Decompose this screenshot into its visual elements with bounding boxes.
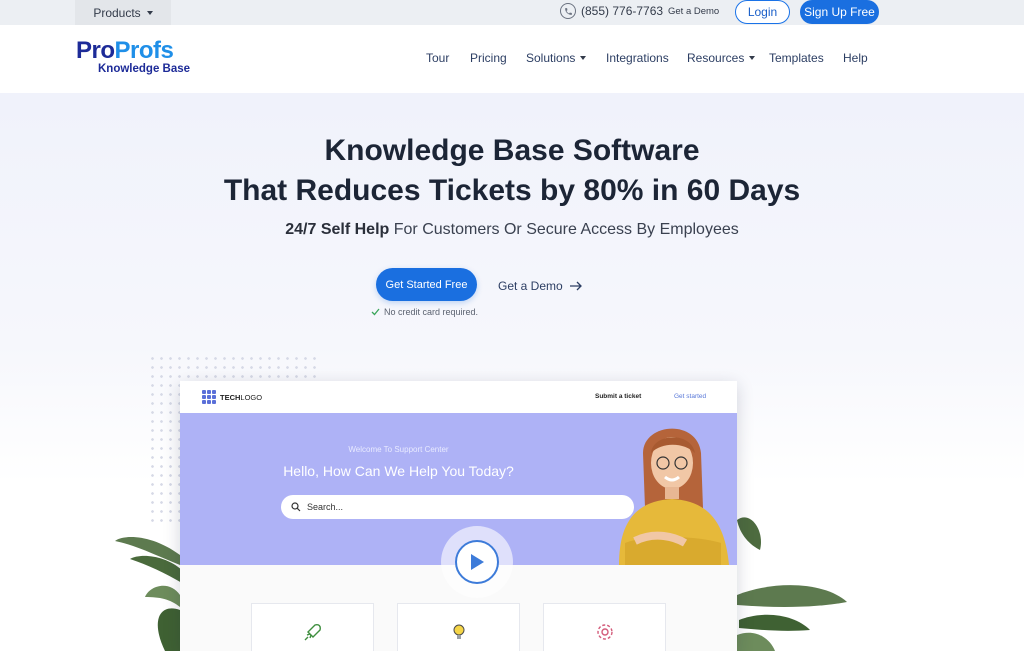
no-credit-card-note: No credit card required. xyxy=(371,307,478,317)
check-icon xyxy=(371,308,380,316)
hero-demo-label: Get a Demo xyxy=(498,279,563,293)
chevron-down-icon xyxy=(749,56,756,60)
chevron-down-icon xyxy=(146,10,153,15)
nav-item-templates[interactable]: Templates xyxy=(769,51,824,65)
nav-item-help[interactable]: Help xyxy=(843,51,868,65)
help-center-mockup: TECHLOGO Submit a ticket Get started Wel… xyxy=(180,381,737,651)
play-video-button[interactable] xyxy=(441,526,513,598)
login-button[interactable]: Login xyxy=(735,0,790,24)
products-label: Products xyxy=(93,5,141,20)
lightbulb-icon xyxy=(453,624,464,639)
subline-rest: For Customers Or Secure Access By Employ… xyxy=(389,221,739,238)
nav-item-resources[interactable]: Resources xyxy=(687,51,756,65)
plant-right-illustration xyxy=(737,517,847,651)
play-icon xyxy=(455,540,499,584)
main-nav: ProProfs Knowledge Base Tour Pricing Sol… xyxy=(0,25,1024,93)
mockup-card-gear xyxy=(543,603,666,651)
grid-icon xyxy=(202,390,216,404)
get-started-button[interactable]: Get Started Free xyxy=(376,268,477,301)
arrow-right-icon xyxy=(569,281,582,291)
mockup-get-started: Get started xyxy=(674,393,707,400)
mockup-card-rocket xyxy=(251,603,374,651)
phone-number: (855) 776-7763 xyxy=(581,4,664,18)
mockup-card-lightbulb xyxy=(397,603,520,651)
nav-item-tour[interactable]: Tour xyxy=(426,51,449,65)
hero-headline-line1: Knowledge Base Software xyxy=(324,134,700,167)
mockup-submit-ticket: Submit a ticket xyxy=(595,393,642,400)
chevron-down-icon xyxy=(580,56,587,60)
gear-icon xyxy=(596,624,613,640)
search-icon xyxy=(291,502,301,512)
nav-item-integrations[interactable]: Integrations xyxy=(606,51,669,65)
rocket-icon xyxy=(304,624,321,641)
nav-item-pricing[interactable]: Pricing xyxy=(470,51,507,65)
mockup-search-bar: Search... xyxy=(281,495,634,519)
plant-left-illustration xyxy=(115,536,182,651)
support-agent-photo xyxy=(619,428,729,565)
hero-demo-link[interactable]: Get a Demo xyxy=(498,279,583,293)
top-utility-bar: Products (855) 776-7763 Get a Demo Login… xyxy=(0,0,1024,25)
phone-icon xyxy=(560,3,576,19)
subline-bold: 24/7 Self Help xyxy=(285,221,390,238)
mockup-techlogo: TECHLOGO xyxy=(202,390,262,404)
products-menu[interactable]: Products xyxy=(75,0,171,25)
signup-button[interactable]: Sign Up Free xyxy=(800,0,879,24)
nav-links: Tour Pricing Solutions Integrations Reso… xyxy=(0,51,1024,67)
hero-headline-line2: That Reduces Tickets by 80% in 60 Days xyxy=(223,174,801,207)
mockup-header: TECHLOGO Submit a ticket Get started xyxy=(180,381,737,413)
top-demo-link[interactable]: Get a Demo xyxy=(668,6,719,17)
nav-item-solutions[interactable]: Solutions xyxy=(526,51,587,65)
phone-contact[interactable]: (855) 776-7763 xyxy=(560,3,663,19)
hero-subline: 24/7 Self Help For Customers Or Secure A… xyxy=(0,221,1024,239)
